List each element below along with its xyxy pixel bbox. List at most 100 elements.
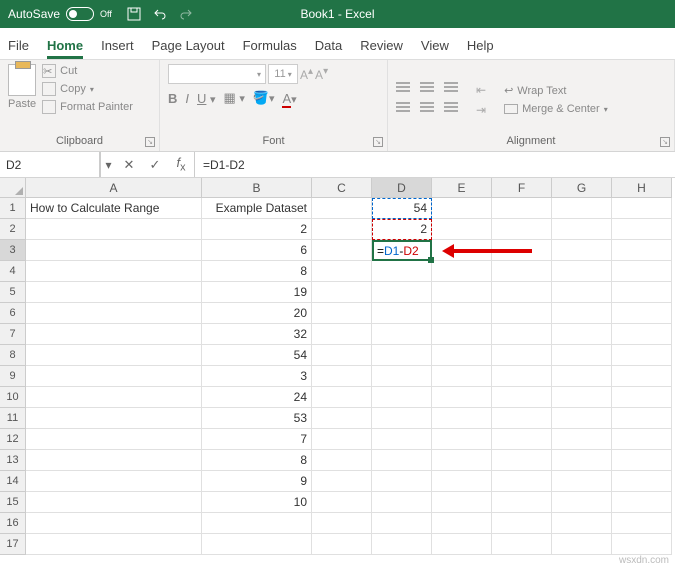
cell-G16[interactable]: [552, 513, 612, 534]
formula-input[interactable]: =D1-D2: [195, 152, 675, 177]
font-size-combo[interactable]: 11▾: [268, 64, 298, 84]
cell-F16[interactable]: [492, 513, 552, 534]
alignment-grid[interactable]: [396, 82, 462, 118]
cell-B1[interactable]: Example Dataset: [202, 198, 312, 219]
cut-button[interactable]: ✂Cut: [42, 64, 133, 78]
cell-A8[interactable]: [26, 345, 202, 366]
cell-H8[interactable]: [612, 345, 672, 366]
cell-H17[interactable]: [612, 534, 672, 555]
cell-G7[interactable]: [552, 324, 612, 345]
font-color-button[interactable]: A▾: [282, 91, 296, 106]
cell-H9[interactable]: [612, 366, 672, 387]
cell-C2[interactable]: [312, 219, 372, 240]
cell-D14[interactable]: [372, 471, 432, 492]
cell-E16[interactable]: [432, 513, 492, 534]
cell-A2[interactable]: [26, 219, 202, 240]
increase-indent-button[interactable]: ⇥: [476, 103, 486, 117]
decrease-font-icon[interactable]: A▾: [315, 66, 328, 82]
row-header[interactable]: 9: [0, 366, 26, 387]
cell-C6[interactable]: [312, 303, 372, 324]
cell-C11[interactable]: [312, 408, 372, 429]
cell-D17[interactable]: [372, 534, 432, 555]
tab-page-layout[interactable]: Page Layout: [152, 38, 225, 59]
redo-icon[interactable]: [178, 6, 194, 22]
cell-A14[interactable]: [26, 471, 202, 492]
tab-formulas[interactable]: Formulas: [243, 38, 297, 59]
cell-H14[interactable]: [612, 471, 672, 492]
italic-button[interactable]: I: [185, 91, 189, 106]
cell-G15[interactable]: [552, 492, 612, 513]
cell-G11[interactable]: [552, 408, 612, 429]
tab-help[interactable]: Help: [467, 38, 494, 59]
cell-G9[interactable]: [552, 366, 612, 387]
cell-G3[interactable]: [552, 240, 612, 261]
cell-H16[interactable]: [612, 513, 672, 534]
cell-D11[interactable]: [372, 408, 432, 429]
cell-C3[interactable]: [312, 240, 372, 261]
cell-C7[interactable]: [312, 324, 372, 345]
cell-H12[interactable]: [612, 429, 672, 450]
bold-button[interactable]: B: [168, 91, 177, 106]
active-cell-edit[interactable]: =D1-D2: [372, 240, 432, 261]
row-header[interactable]: 14: [0, 471, 26, 492]
row-header[interactable]: 1: [0, 198, 26, 219]
cell-C4[interactable]: [312, 261, 372, 282]
cell-H4[interactable]: [612, 261, 672, 282]
cell-D15[interactable]: [372, 492, 432, 513]
cell-A12[interactable]: [26, 429, 202, 450]
cell-F7[interactable]: [492, 324, 552, 345]
cell-G1[interactable]: [552, 198, 612, 219]
clipboard-dialog-launcher[interactable]: ↘: [145, 137, 155, 147]
autosave-toggle[interactable]: AutoSave Off: [0, 7, 120, 21]
tab-review[interactable]: Review: [360, 38, 403, 59]
cell-F13[interactable]: [492, 450, 552, 471]
cell-D7[interactable]: [372, 324, 432, 345]
cell-G4[interactable]: [552, 261, 612, 282]
cell-F10[interactable]: [492, 387, 552, 408]
border-button[interactable]: ▦ ▾: [223, 90, 244, 106]
cell-E2[interactable]: [432, 219, 492, 240]
cell-F5[interactable]: [492, 282, 552, 303]
cell-G13[interactable]: [552, 450, 612, 471]
cell-F17[interactable]: [492, 534, 552, 555]
cell-B17[interactable]: [202, 534, 312, 555]
cell-A4[interactable]: [26, 261, 202, 282]
cell-H10[interactable]: [612, 387, 672, 408]
undo-icon[interactable]: [152, 6, 168, 22]
cell-B16[interactable]: [202, 513, 312, 534]
cell-B5[interactable]: 19: [202, 282, 312, 303]
cell-C12[interactable]: [312, 429, 372, 450]
cell-C5[interactable]: [312, 282, 372, 303]
cell-A17[interactable]: [26, 534, 202, 555]
cell-H1[interactable]: [612, 198, 672, 219]
cell-A3[interactable]: [26, 240, 202, 261]
decrease-indent-button[interactable]: ⇤: [476, 83, 486, 97]
cell-C1[interactable]: [312, 198, 372, 219]
row-header[interactable]: 5: [0, 282, 26, 303]
increase-font-icon[interactable]: A▴: [300, 66, 313, 82]
cell-E7[interactable]: [432, 324, 492, 345]
cell-E8[interactable]: [432, 345, 492, 366]
cell-B2[interactable]: 2: [202, 219, 312, 240]
cell-B12[interactable]: 7: [202, 429, 312, 450]
col-header-H[interactable]: H: [612, 178, 672, 198]
cell-B11[interactable]: 53: [202, 408, 312, 429]
cell-B15[interactable]: 10: [202, 492, 312, 513]
cell-A9[interactable]: [26, 366, 202, 387]
cell-F6[interactable]: [492, 303, 552, 324]
merge-center-button[interactable]: Merge & Center ▾: [504, 103, 608, 115]
cell-H15[interactable]: [612, 492, 672, 513]
row-header[interactable]: 8: [0, 345, 26, 366]
insert-function-button[interactable]: fx: [168, 155, 194, 174]
cell-D2[interactable]: 2: [372, 219, 432, 240]
cell-G14[interactable]: [552, 471, 612, 492]
row-header[interactable]: 11: [0, 408, 26, 429]
col-header-C[interactable]: C: [312, 178, 372, 198]
cell-F1[interactable]: [492, 198, 552, 219]
underline-button[interactable]: U ▾: [197, 91, 215, 106]
tab-view[interactable]: View: [421, 38, 449, 59]
cell-C13[interactable]: [312, 450, 372, 471]
cell-B13[interactable]: 8: [202, 450, 312, 471]
cell-B3[interactable]: 6: [202, 240, 312, 261]
cell-B6[interactable]: 20: [202, 303, 312, 324]
